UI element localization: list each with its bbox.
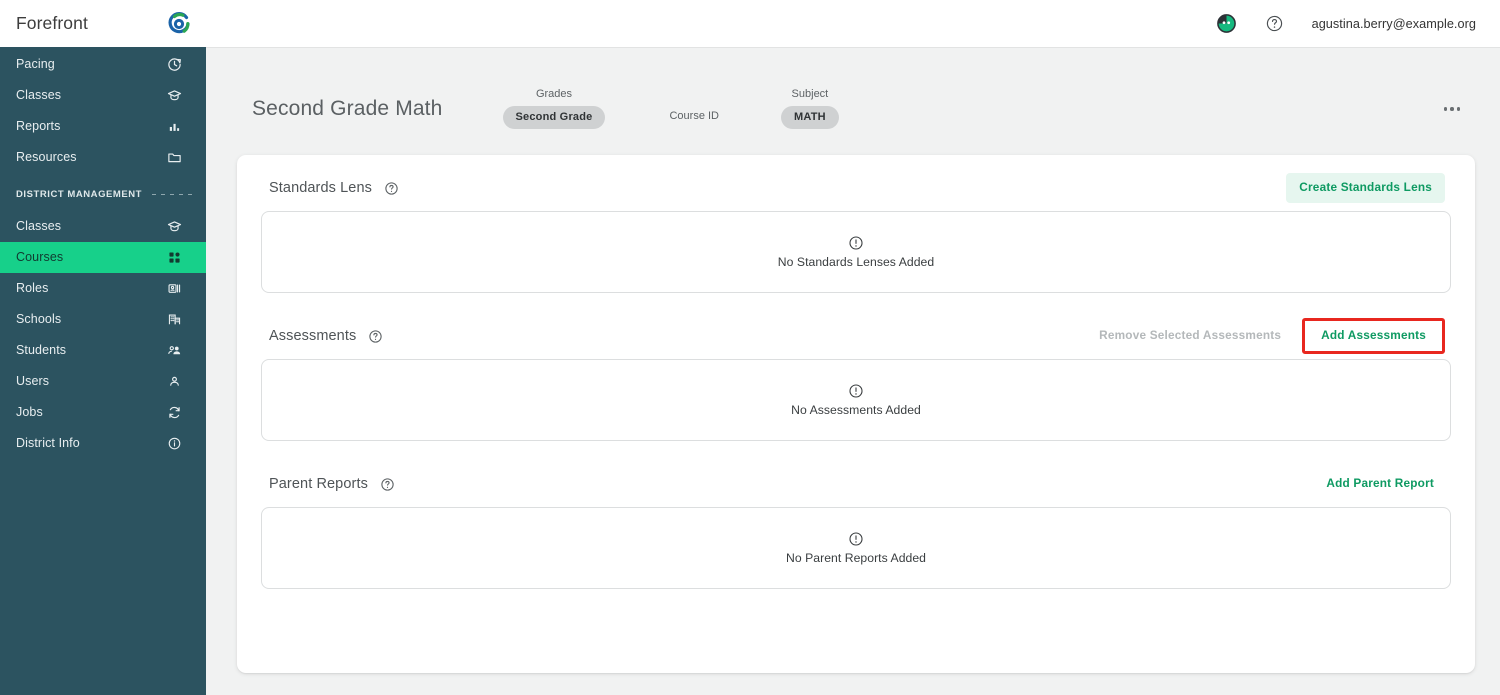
add-parent-report-button[interactable]: Add Parent Report [1315,469,1445,499]
sidebar-item-schools[interactable]: Schools [0,304,206,335]
person-icon [166,374,182,390]
sidebar-item-label: Roles [16,281,49,296]
kebab-dot [1450,107,1454,111]
kebab-menu-icon[interactable] [1436,99,1469,119]
sidebar-item-label: Pacing [16,57,55,72]
clock-history-icon [166,57,182,73]
layout-gap [261,293,1451,321]
sidebar-item-label: Schools [16,312,62,327]
subject-chip: MATH [781,106,839,129]
parent-reports-header: Parent Reports Add Parent Report [261,469,1451,499]
standards-lens-title: Standards Lens [269,180,372,196]
graduation-cap-icon [166,88,182,104]
subject-label: Subject [791,88,829,100]
folder-icon [166,150,182,166]
sidebar-item-label: Classes [16,219,62,234]
graduation-cap-icon [166,219,182,235]
sidebar: Forefront Pacing Classes Reports Resourc… [0,0,206,695]
sidebar-primary-nav: Pacing Classes Reports Resources [0,47,206,173]
course-id-label: Course ID [669,109,720,122]
parent-reports-title: Parent Reports [269,476,368,492]
user-email[interactable]: agustina.berry@example.org [1312,17,1476,31]
sidebar-item-label: Jobs [16,405,43,420]
sidebar-item-label: Courses [16,250,64,265]
exclamation-circle-icon [848,235,864,251]
app-root: Forefront Pacing Classes Reports Resourc… [0,0,1500,695]
assessments-title: Assessments [269,328,357,344]
parent-reports-empty-state: No Parent Reports Added [261,507,1451,589]
sidebar-item-students[interactable]: Students [0,335,206,366]
kebab-dot [1456,107,1460,111]
sidebar-item-jobs[interactable]: Jobs [0,397,206,428]
sidebar-section-divider [152,193,192,195]
grid-apps-icon [166,250,182,266]
standards-lens-empty-text: No Standards Lenses Added [777,255,935,269]
id-badge-icon [166,281,182,297]
sync-icon [166,405,182,421]
sidebar-item-reports[interactable]: Reports [0,111,206,142]
course-id-meta: Course ID [669,91,719,128]
sidebar-item-label: Resources [16,150,77,165]
user-avatar-icon[interactable] [1216,13,1238,35]
sidebar-item-district-info[interactable]: District Info [0,428,206,459]
sidebar-item-classes[interactable]: Classes [0,80,206,111]
assessments-empty-text: No Assessments Added [791,403,921,417]
question-circle-icon[interactable] [1264,13,1286,35]
page-title: Second Grade Math [252,97,443,120]
course-detail-card: Standards Lens Create Standards Lens No … [237,155,1475,673]
building-icon [166,312,182,328]
standards-lens-section: Standards Lens Create Standards Lens No … [261,173,1451,293]
forefront-logo-icon [166,11,192,37]
parent-reports-empty-text: No Parent Reports Added [785,551,927,565]
topbar: agustina.berry@example.org [206,0,1500,47]
layout-gap [261,441,1451,469]
assessments-header: Assessments Remove Selected Assessments … [261,318,1451,354]
sidebar-item-label: District Info [16,436,80,451]
brand-name: Forefront [16,13,88,33]
sidebar-item-label: Students [16,343,67,358]
grades-label: Grades [535,88,573,100]
parent-reports-section: Parent Reports Add Parent Report No Pare… [261,469,1451,589]
assessments-empty-state: No Assessments Added [261,359,1451,441]
create-standards-lens-button[interactable]: Create Standards Lens [1286,173,1445,203]
exclamation-circle-icon [848,531,864,547]
sidebar-item-label: Reports [16,119,61,134]
course-header: Second Grade Math Grades Second Grade Co… [206,47,1500,135]
sidebar-item-label: Classes [16,88,62,103]
remove-selected-assessments-button[interactable]: Remove Selected Assessments [1088,321,1292,351]
sidebar-item-resources[interactable]: Resources [0,142,206,173]
subject-meta: Subject MATH [781,89,839,129]
info-circle-icon [166,436,182,452]
add-assessments-button[interactable]: Add Assessments [1305,321,1442,351]
brand-header: Forefront [0,0,206,47]
sidebar-item-users[interactable]: Users [0,366,206,397]
grades-meta: Grades Second Grade [502,88,606,129]
sidebar-item-pacing[interactable]: Pacing [0,49,206,80]
sidebar-item-courses[interactable]: Courses [0,242,206,273]
sidebar-item-district-classes[interactable]: Classes [0,211,206,242]
sidebar-section-label: DISTRICT MANAGEMENT [16,188,143,200]
main-area: agustina.berry@example.org Second Grade … [206,0,1500,695]
add-assessments-highlight: Add Assessments [1302,318,1445,354]
sidebar-item-label: Users [16,374,50,389]
question-circle-icon[interactable] [380,477,395,492]
kebab-dot [1443,107,1447,111]
sidebar-item-roles[interactable]: Roles [0,273,206,304]
exclamation-circle-icon [848,383,864,399]
grades-chip: Second Grade [502,106,606,129]
question-circle-icon[interactable] [384,181,399,196]
question-circle-icon[interactable] [368,329,383,344]
people-icon [166,343,182,359]
bar-chart-icon [166,119,182,135]
standards-lens-header: Standards Lens Create Standards Lens [261,173,1451,203]
assessments-section: Assessments Remove Selected Assessments … [261,318,1451,441]
sidebar-district-nav: Classes Courses Roles Schools Students U… [0,209,206,459]
sidebar-section-header: DISTRICT MANAGEMENT [0,183,206,205]
standards-lens-empty-state: No Standards Lenses Added [261,211,1451,293]
